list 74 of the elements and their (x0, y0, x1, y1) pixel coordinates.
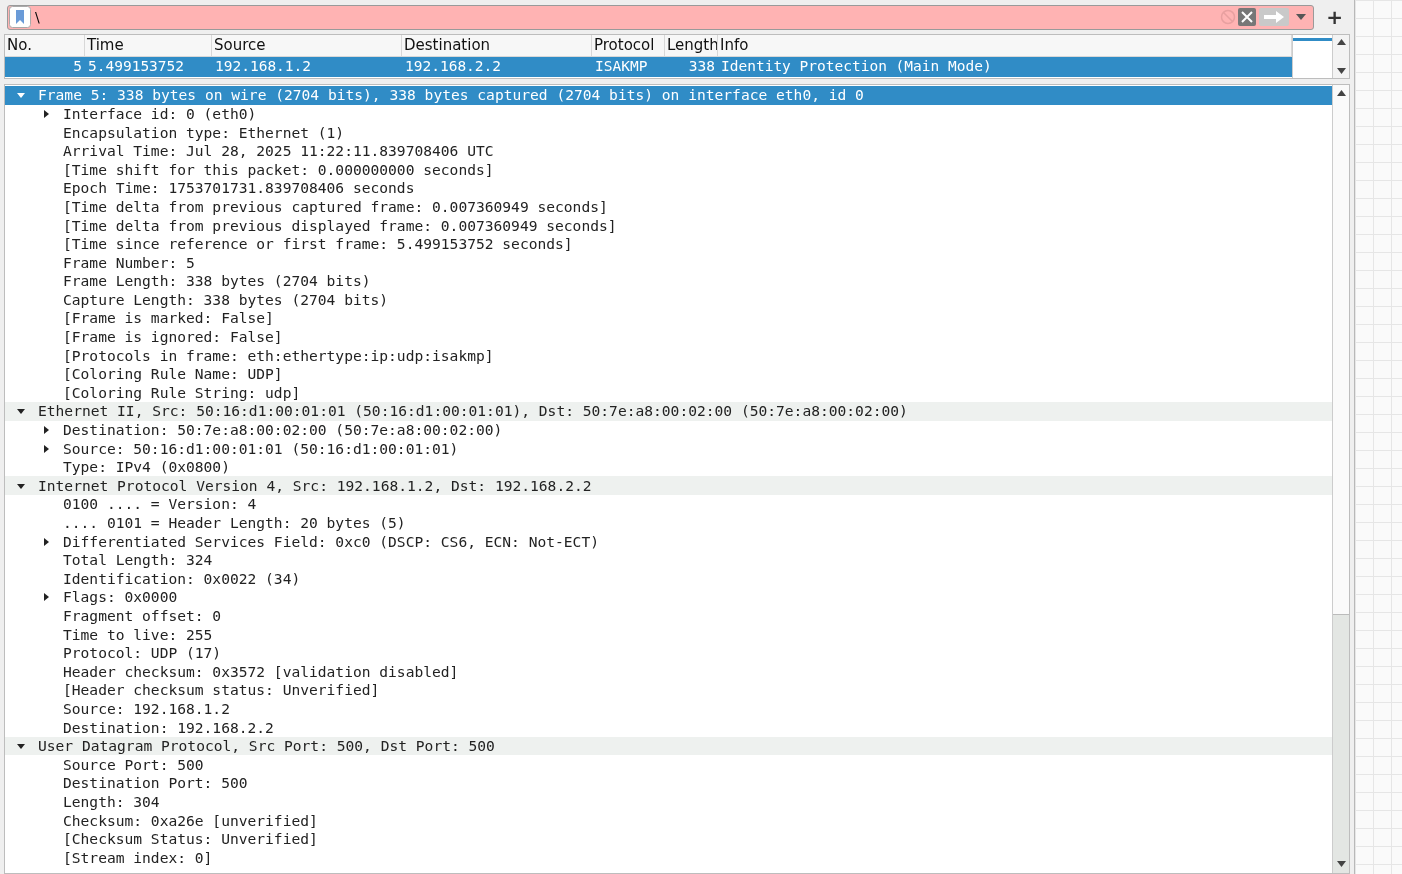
tree-row[interactable]: [Frame is marked: False] (5, 309, 1332, 328)
table-cell-text: 5.499153752 (87, 57, 186, 77)
tree-row[interactable]: .... 0101 = Header Length: 20 bytes (5) (5, 513, 1332, 533)
tree-row[interactable]: [Coloring Rule String: udp] (5, 383, 1332, 403)
scrollbar[interactable] (1332, 85, 1349, 873)
tree-row[interactable]: Frame 5: 338 bytes on wire (2704 bits), 338 bytes captured (2704 bits) on interface eth0, id 0 (5, 86, 1332, 105)
tree-row[interactable]: Frame Number: 5 (5, 253, 1332, 272)
tree-row[interactable]: Epoch Time: 1753701731.839708406 seconds (5, 178, 1332, 198)
tree-row[interactable]: Flags: 0x0000 (5, 588, 1332, 607)
scrollbar[interactable] (1332, 35, 1349, 78)
packet-row[interactable]: 5 5.499153752 192.168.1.2 192.168.2.2 ISAKMP 338 Identity Protection (Main Mode) (5, 57, 1292, 77)
collapse-triangle-icon[interactable] (41, 108, 51, 119)
tree-row[interactable]: Destination: 192.168.2.2 (5, 718, 1332, 737)
scroll-down-icon[interactable] (1336, 861, 1346, 867)
tree-row[interactable]: Arrival Time: Jul 28, 2025 11:22:11.839708406 UTC (5, 141, 1332, 161)
tree-row[interactable]: Identification: 0x0022 (34) (5, 569, 1332, 589)
column-header[interactable]: Time (85, 35, 212, 56)
display-filter-field[interactable]: \ (7, 4, 1315, 30)
tree-row[interactable]: [Protocols in frame: eth:ethertype:ip:udp:isakmp] (5, 346, 1332, 365)
table-cell-text: 192.168.1.2 (214, 57, 313, 77)
tree-row[interactable]: Internet Protocol Version 4, Src: 192.168.1.2, Dst: 192.168.2.2 (5, 476, 1332, 496)
table-cell-text: Identity Protection (Main Mode) (720, 57, 993, 77)
tree-row[interactable]: Header checksum: 0x3572 [validation disabled] (5, 662, 1332, 681)
column-header[interactable]: Protocol (592, 35, 665, 56)
tree-row[interactable]: Fragment offset: 0 (5, 606, 1332, 626)
tree-row[interactable]: Type: IPv4 (0x0800) (5, 457, 1332, 477)
scroll-up-icon[interactable] (1336, 39, 1346, 45)
tree-row[interactable]: Source Port: 500 (5, 755, 1332, 774)
bookmark-icon[interactable] (9, 6, 31, 28)
table-cell-text: 192.168.2.2 (404, 57, 503, 77)
column-header[interactable]: Length (665, 35, 718, 56)
scroll-down-icon[interactable] (1336, 68, 1346, 74)
filter-text: \ (35, 7, 40, 27)
column-header[interactable]: No. (5, 35, 85, 56)
tree-row[interactable]: Source: 192.168.1.2 (5, 699, 1332, 719)
tree-row[interactable]: Destination Port: 500 (5, 773, 1332, 793)
tree-row[interactable]: Interface id: 0 (eth0) (5, 104, 1332, 124)
tree-row[interactable]: [Time since reference or first frame: 5.499153752 seconds] (5, 234, 1332, 254)
column-header[interactable]: Destination (402, 35, 592, 56)
tree-row[interactable]: 0100 .... = Version: 4 (5, 495, 1332, 514)
tree-row[interactable]: [Checksum Status: Unverified] (5, 829, 1332, 849)
table-cell-text: 338 (687, 57, 716, 77)
tree-row[interactable]: [Frame is ignored: False] (5, 327, 1332, 347)
collapse-triangle-icon[interactable] (41, 425, 51, 435)
tree-row[interactable]: [Stream index: 0] (5, 848, 1332, 867)
tree-row[interactable]: Ethernet II, Src: 50:16:d1:00:01:01 (50:16:d1:00:01:01), Dst: 50:7e:a8:00:02:00 (50:7e:a8:00:02:00) (5, 402, 1332, 421)
collapse-triangle-icon[interactable] (41, 592, 51, 603)
tree-row[interactable]: Frame Length: 338 bytes (2704 bits) (5, 271, 1332, 291)
tree-row[interactable]: Protocol: UDP (17) (5, 643, 1332, 663)
prohibited-icon (1220, 9, 1237, 25)
tree-row[interactable]: Encapsulation type: Ethernet (1) (5, 123, 1332, 142)
tree-row[interactable]: [Header checksum status: Unverified] (5, 681, 1332, 700)
tree-row[interactable]: Differentiated Services Field: 0xc0 (DSCP: CS6, ECN: Not-ECT) (5, 532, 1332, 551)
tree-row[interactable]: [Time delta from previous captured frame: 0.007360949 seconds] (5, 197, 1332, 217)
column-header[interactable]: Source (212, 35, 402, 56)
tree-row[interactable]: [Time shift for this packet: 0.000000000 seconds] (5, 160, 1332, 179)
dropdown-caret-icon[interactable] (1296, 14, 1307, 20)
table-cell-text: 5 (72, 57, 83, 77)
table-cell-text: ISAKMP (594, 57, 649, 77)
tree-row[interactable]: Time to live: 255 (5, 625, 1332, 644)
add-filter-button[interactable]: + (1322, 7, 1347, 27)
tree-row[interactable]: Length: 304 (5, 792, 1332, 812)
tree-row[interactable]: User Datagram Protocol, Src Port: 500, Dst Port: 500 (5, 736, 1332, 756)
tree-row[interactable]: Capture Length: 338 bytes (2704 bits) (5, 290, 1332, 310)
tree-row[interactable]: Checksum: 0xa26e [unverified] (5, 811, 1332, 830)
tree-row[interactable]: [Time delta from previous displayed frame: 0.007360949 seconds] (5, 216, 1332, 235)
tree-row[interactable]: Total Length: 324 (5, 550, 1332, 570)
collapse-triangle-icon[interactable] (41, 536, 51, 547)
tree-row[interactable]: Source: 50:16:d1:00:01:01 (50:16:d1:00:01:01) (5, 439, 1332, 458)
scroll-up-icon[interactable] (1336, 90, 1346, 96)
tree-row[interactable]: [Coloring Rule Name: UDP] (5, 364, 1332, 384)
tree-row[interactable]: Destination: 50:7e:a8:00:02:00 (50:7e:a8:00:02:00) (5, 420, 1332, 440)
collapse-triangle-icon[interactable] (41, 443, 51, 454)
clear-icon[interactable] (1238, 8, 1257, 26)
